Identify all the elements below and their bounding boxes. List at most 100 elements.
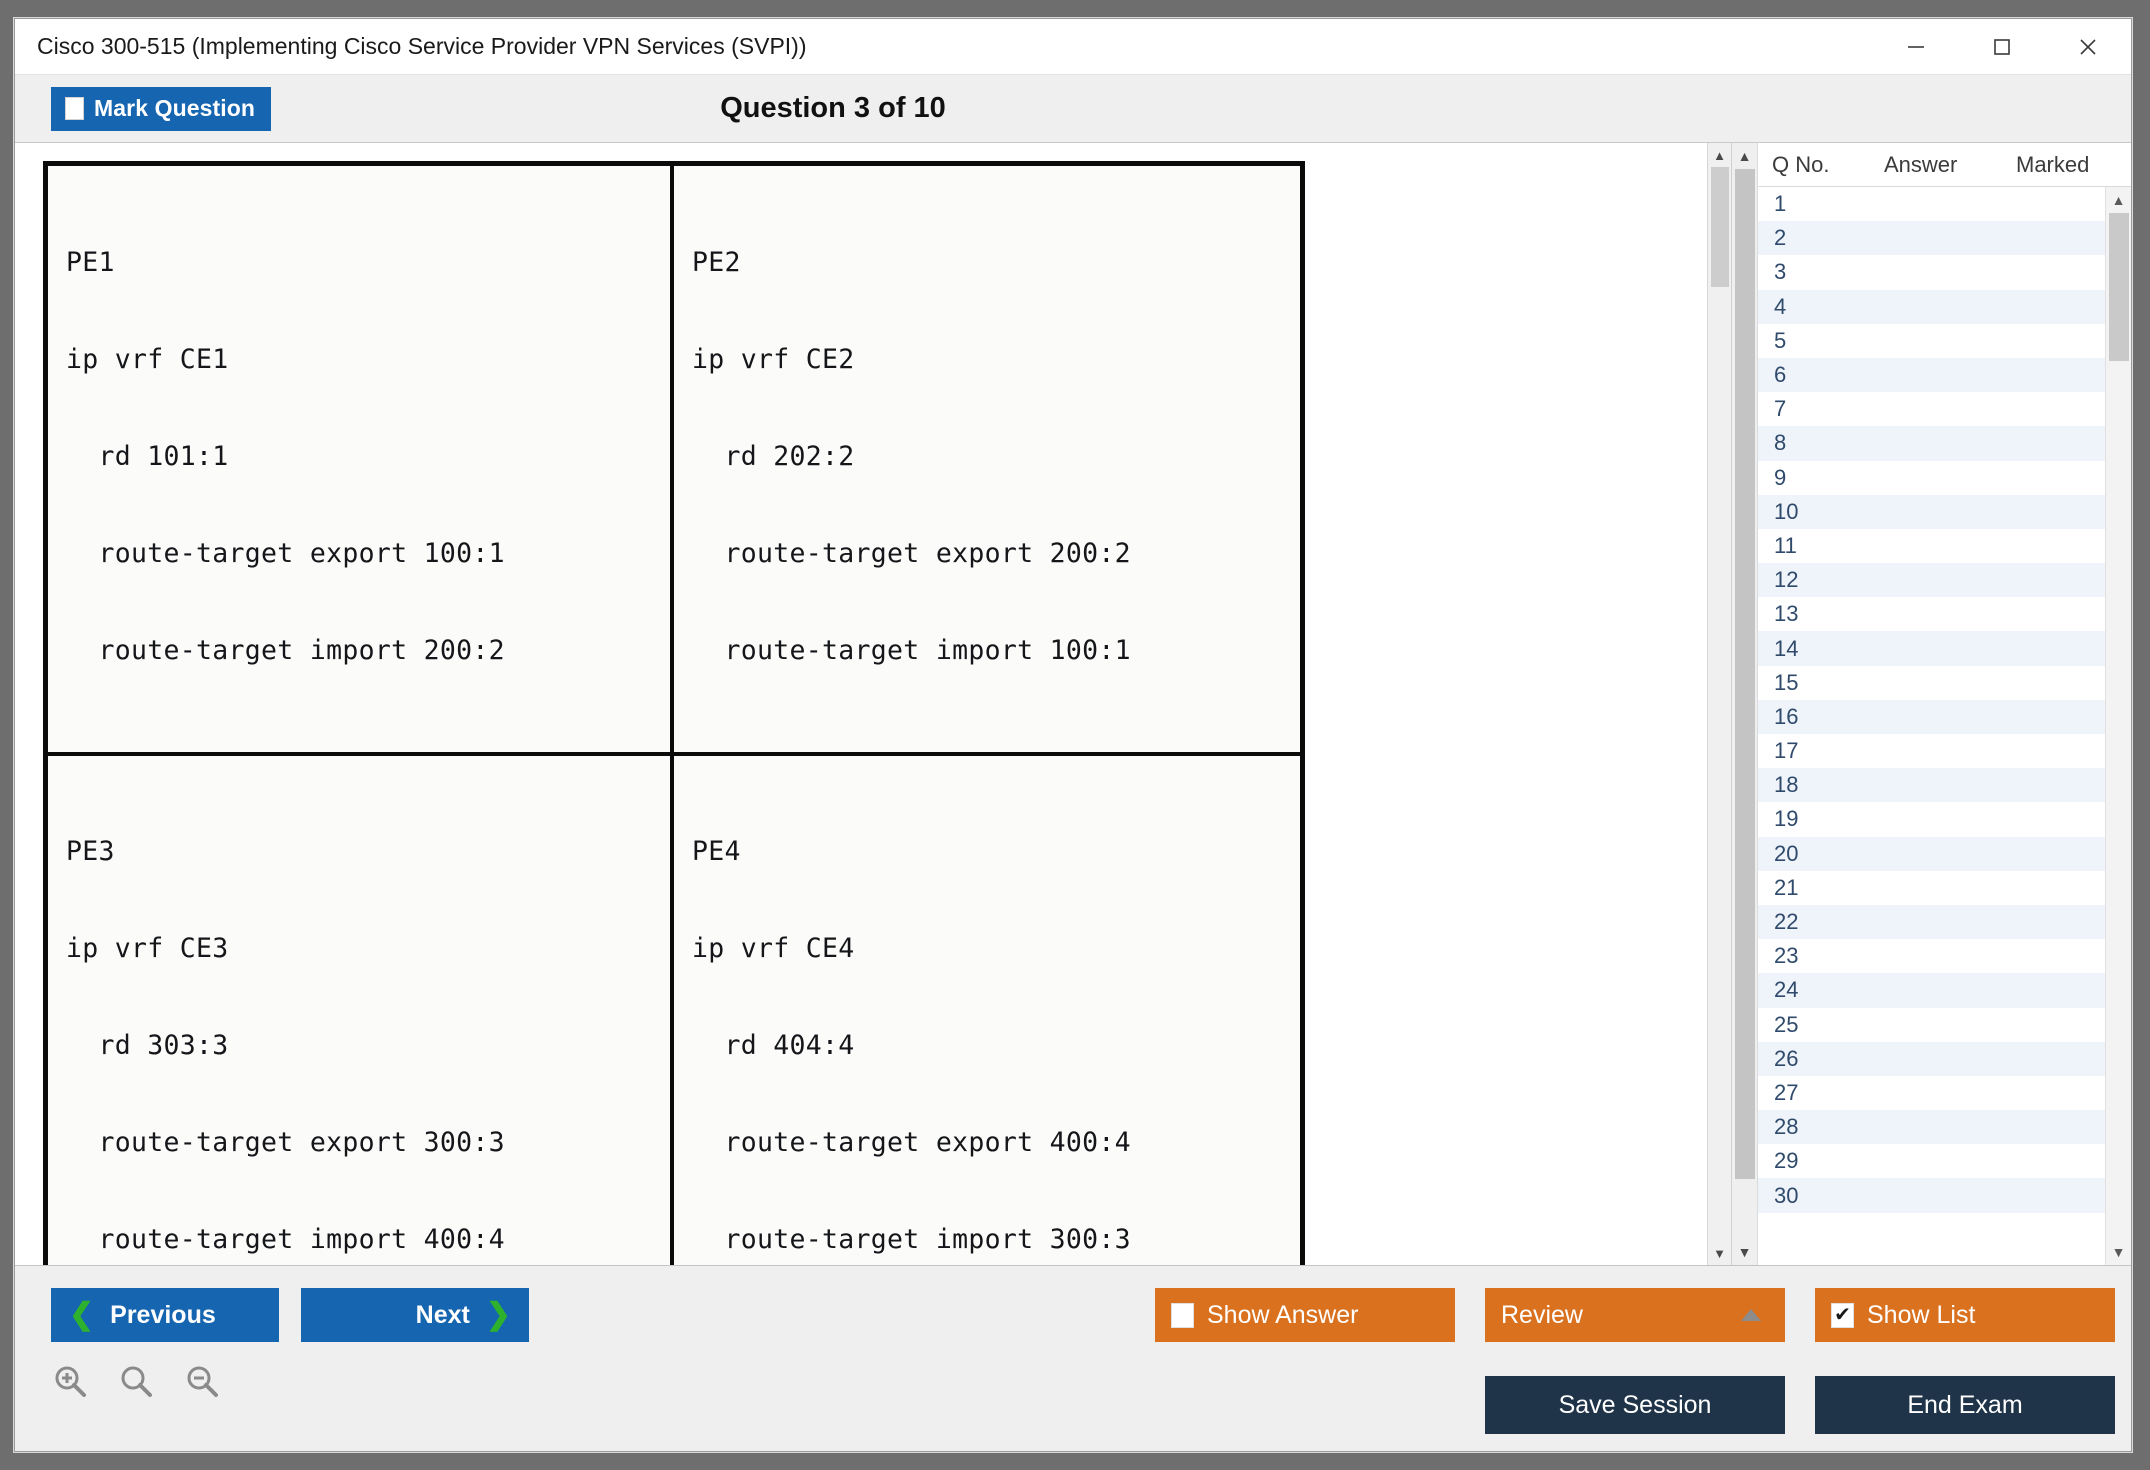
- table-row[interactable]: 10: [1758, 495, 2105, 529]
- table-row[interactable]: 26: [1758, 1042, 2105, 1076]
- row-qno: 28: [1774, 1114, 1886, 1140]
- save-session-button[interactable]: Save Session: [1485, 1376, 1785, 1434]
- row-qno: 16: [1774, 704, 1886, 730]
- zoom-out-icon[interactable]: [183, 1362, 223, 1407]
- question-header-bar: Mark Question Question 3 of 10: [15, 75, 2131, 143]
- table-row[interactable]: 20: [1758, 837, 2105, 871]
- table-row[interactable]: 28: [1758, 1110, 2105, 1144]
- previous-button[interactable]: ❮ Previous: [51, 1288, 279, 1342]
- table-row[interactable]: 9: [1758, 461, 2105, 495]
- show-answer-checkbox[interactable]: [1171, 1303, 1194, 1328]
- content-scrollbar[interactable]: ▲ ▼: [1707, 143, 1731, 1265]
- table-row[interactable]: 11: [1758, 529, 2105, 563]
- chevron-right-icon: ❯: [486, 1300, 511, 1330]
- minimize-icon[interactable]: [1873, 19, 1959, 74]
- exhibit-line: ip vrf CE2: [692, 344, 1290, 376]
- table-row[interactable]: 22: [1758, 905, 2105, 939]
- chevron-left-icon: ❮: [69, 1300, 94, 1330]
- row-qno: 17: [1774, 738, 1886, 764]
- table-row[interactable]: 16: [1758, 700, 2105, 734]
- list-inner-scrollbar[interactable]: ▲ ▼: [2105, 187, 2131, 1265]
- exhibit-cell-pe3: PE3 ip vrf CE3 rd 303:3 route-target exp…: [48, 756, 674, 1265]
- content-scroll-thumb[interactable]: [1711, 167, 1729, 287]
- table-row[interactable]: 30: [1758, 1178, 2105, 1212]
- end-exam-button[interactable]: End Exam: [1815, 1376, 2115, 1434]
- row-qno: 6: [1774, 362, 1886, 388]
- footer-toolbar: ❮ Previous Next ❯ Show Answer Review ✔ S…: [15, 1265, 2131, 1451]
- maximize-icon[interactable]: [1959, 19, 2045, 74]
- row-qno: 24: [1774, 977, 1886, 1003]
- list-scroll-up-icon[interactable]: ▲: [1732, 143, 1758, 169]
- list-outer-scroll-thumb[interactable]: [1735, 169, 1755, 1179]
- table-row[interactable]: 14: [1758, 631, 2105, 665]
- mark-question-checkbox[interactable]: [65, 97, 84, 120]
- question-content-area: PE1 ip vrf CE1 rd 101:1 route-target exp…: [15, 143, 1707, 1265]
- exhibit-line: route-target import 300:3: [692, 1224, 1290, 1256]
- table-row[interactable]: 23: [1758, 939, 2105, 973]
- exhibit-line: route-target import 400:4: [66, 1224, 660, 1256]
- scroll-down-icon[interactable]: ▼: [1708, 1241, 1732, 1265]
- show-list-button[interactable]: ✔ Show List: [1815, 1288, 2115, 1342]
- mark-question-button[interactable]: Mark Question: [51, 87, 271, 131]
- row-qno: 14: [1774, 636, 1886, 662]
- table-row[interactable]: 24: [1758, 973, 2105, 1007]
- row-qno: 26: [1774, 1046, 1886, 1072]
- list-inner-scroll-thumb[interactable]: [2109, 213, 2129, 361]
- table-row[interactable]: 13: [1758, 597, 2105, 631]
- next-button[interactable]: Next ❯: [301, 1288, 529, 1342]
- review-dropdown-button[interactable]: Review: [1485, 1288, 1785, 1342]
- exhibit-line: route-target export 100:1: [66, 538, 660, 570]
- question-list-rows: 1234567891011121314151617181920212223242…: [1758, 187, 2105, 1265]
- exhibit-line: rd 303:3: [66, 1030, 660, 1062]
- show-list-checkbox[interactable]: ✔: [1831, 1303, 1854, 1328]
- review-label: Review: [1501, 1301, 1583, 1330]
- table-row[interactable]: 2: [1758, 221, 2105, 255]
- row-qno: 4: [1774, 294, 1886, 320]
- list-inner-up-icon[interactable]: ▲: [2106, 187, 2132, 213]
- exhibit-line: route-target export 200:2: [692, 538, 1290, 570]
- row-qno: 29: [1774, 1148, 1886, 1174]
- row-qno: 9: [1774, 465, 1886, 491]
- exhibit-line: ip vrf CE3: [66, 933, 660, 965]
- table-row[interactable]: 17: [1758, 734, 2105, 768]
- list-inner-down-icon[interactable]: ▼: [2106, 1239, 2132, 1265]
- row-qno: 23: [1774, 943, 1886, 969]
- table-row[interactable]: 29: [1758, 1144, 2105, 1178]
- table-row[interactable]: 3: [1758, 255, 2105, 289]
- list-header-marked: Marked: [2016, 152, 2131, 178]
- row-qno: 25: [1774, 1012, 1886, 1038]
- table-row[interactable]: 5: [1758, 324, 2105, 358]
- scroll-up-icon[interactable]: ▲: [1708, 143, 1732, 167]
- table-row[interactable]: 1: [1758, 187, 2105, 221]
- list-scroll-down-icon[interactable]: ▼: [1732, 1239, 1758, 1265]
- table-row[interactable]: 21: [1758, 871, 2105, 905]
- table-row[interactable]: 12: [1758, 563, 2105, 597]
- question-list-panel: ▲ ▼ Q No. Answer Marked 1234567891011121…: [1731, 143, 2131, 1265]
- row-qno: 27: [1774, 1080, 1886, 1106]
- close-icon[interactable]: [2045, 19, 2131, 74]
- exhibit-line: route-target import 100:1: [692, 635, 1290, 667]
- show-answer-button[interactable]: Show Answer: [1155, 1288, 1455, 1342]
- exhibit-line: PE1: [66, 247, 660, 279]
- table-row[interactable]: 18: [1758, 768, 2105, 802]
- exhibit-line: rd 101:1: [66, 441, 660, 473]
- list-header-qno: Q No.: [1772, 152, 1884, 178]
- exhibit-line: PE3: [66, 836, 660, 868]
- table-row[interactable]: 19: [1758, 802, 2105, 836]
- table-row[interactable]: 6: [1758, 358, 2105, 392]
- list-outer-scrollbar[interactable]: ▲ ▼: [1732, 143, 1758, 1265]
- row-qno: 11: [1774, 533, 1886, 559]
- exhibit-line: PE4: [692, 836, 1290, 868]
- zoom-reset-icon[interactable]: [117, 1362, 157, 1407]
- table-row[interactable]: 4: [1758, 290, 2105, 324]
- table-row[interactable]: 15: [1758, 666, 2105, 700]
- exhibit-cell-pe2: PE2 ip vrf CE2 rd 202:2 route-target exp…: [674, 166, 1300, 756]
- row-qno: 22: [1774, 909, 1886, 935]
- table-row[interactable]: 7: [1758, 392, 2105, 426]
- table-row[interactable]: 25: [1758, 1008, 2105, 1042]
- mark-question-label: Mark Question: [94, 95, 255, 122]
- zoom-in-icon[interactable]: [51, 1362, 91, 1407]
- exhibit-image: PE1 ip vrf CE1 rd 101:1 route-target exp…: [43, 161, 1305, 1265]
- table-row[interactable]: 27: [1758, 1076, 2105, 1110]
- table-row[interactable]: 8: [1758, 426, 2105, 460]
